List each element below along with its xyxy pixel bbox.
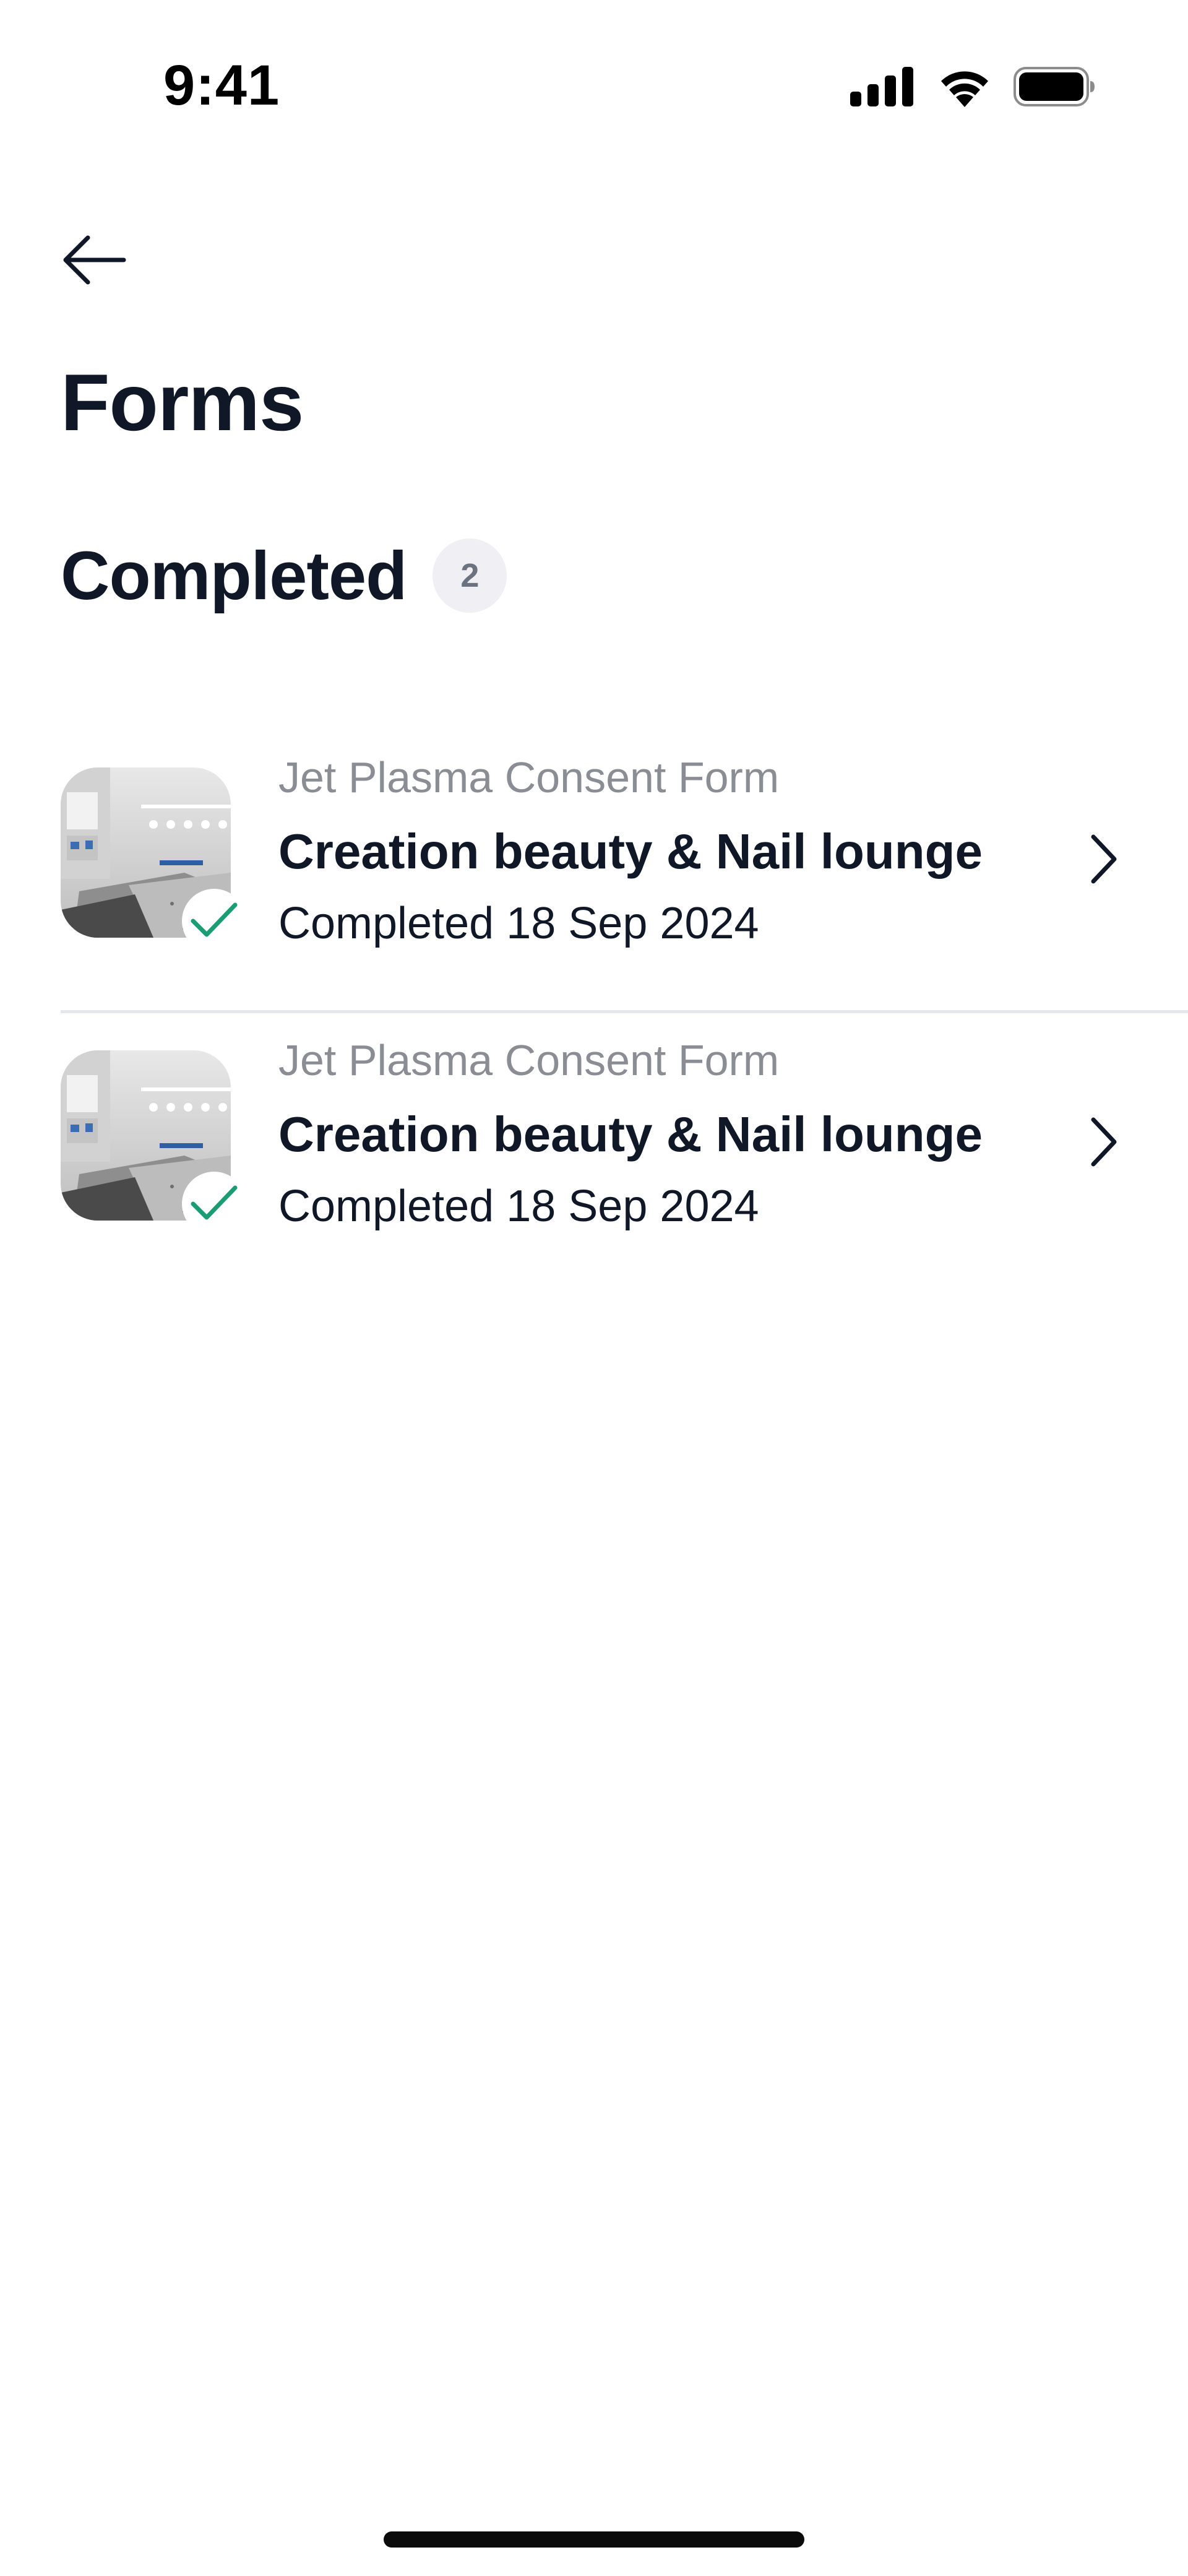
section-title: Completed — [61, 537, 407, 614]
arrow-left-icon — [59, 232, 127, 291]
completed-check-badge — [182, 889, 246, 953]
section-header-completed: Completed 2 — [61, 532, 507, 619]
battery-icon — [1014, 66, 1095, 107]
form-name: Jet Plasma Consent Form — [278, 1036, 780, 1084]
page-title: Forms — [61, 357, 304, 447]
cellular-signal-icon — [850, 67, 915, 106]
count-badge: 2 — [433, 538, 507, 613]
chevron-right-icon — [1079, 822, 1129, 896]
form-list: Jet Plasma Consent Form Creation beauty … — [61, 730, 1188, 1293]
business-name: Creation beauty & Nail lounge — [278, 1107, 983, 1162]
form-list-item[interactable]: Jet Plasma Consent Form Creation beauty … — [61, 1013, 1188, 1293]
checkmark-icon — [189, 1183, 239, 1225]
status-icons — [850, 64, 1095, 109]
back-button[interactable] — [59, 230, 134, 292]
form-list-item[interactable]: Jet Plasma Consent Form Creation beauty … — [61, 730, 1188, 1013]
completed-date: Completed 18 Sep 2024 — [278, 899, 759, 948]
form-thumbnail-wrapper — [61, 1050, 246, 1236]
status-bar: 9:41 — [0, 0, 1188, 155]
form-item-text: Jet Plasma Consent Form Creation beauty … — [278, 749, 1021, 953]
form-thumbnail-wrapper — [61, 767, 246, 953]
business-name: Creation beauty & Nail lounge — [278, 824, 983, 879]
wifi-icon — [937, 66, 992, 107]
status-time: 9:41 — [163, 54, 280, 117]
form-item-text: Jet Plasma Consent Form Creation beauty … — [278, 1032, 1021, 1236]
completed-check-badge — [182, 1172, 246, 1236]
home-indicator[interactable] — [384, 2531, 804, 2548]
form-name: Jet Plasma Consent Form — [278, 753, 780, 802]
checkmark-icon — [189, 900, 239, 943]
chevron-right-icon — [1079, 1105, 1129, 1179]
completed-date: Completed 18 Sep 2024 — [278, 1182, 759, 1231]
